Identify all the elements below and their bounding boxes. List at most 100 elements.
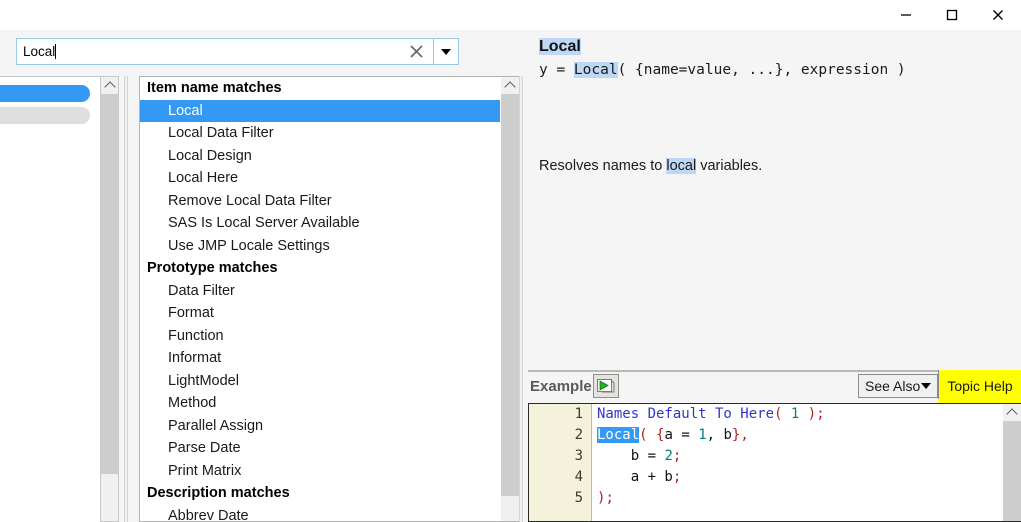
doc-signature-before: y = — [539, 62, 574, 78]
code-token: ; — [816, 406, 824, 422]
list-item[interactable]: Local Here — [140, 167, 500, 190]
list-item[interactable]: Local — [140, 100, 500, 123]
scrollbar-thumb[interactable] — [101, 94, 118, 474]
code-token: Names Default To Here — [597, 406, 774, 422]
doc-title-text: Local — [539, 38, 581, 55]
code-content[interactable]: Names Default To Here( 1 );Local( {a = 1… — [597, 404, 825, 509]
list-item[interactable]: Format — [140, 302, 500, 325]
list-item[interactable]: Informat — [140, 347, 500, 370]
doc-description: Resolves names to local variables. — [539, 158, 762, 174]
doc-description-before: Resolves names to — [539, 158, 666, 174]
example-code-editor[interactable]: 12345 Names Default To Here( 1 );Local( … — [528, 403, 1021, 522]
line-number: 3 — [529, 446, 591, 467]
scrollbar-thumb[interactable] — [501, 94, 519, 496]
search-history-dropdown-button[interactable] — [433, 39, 458, 64]
code-line[interactable]: a + b; — [597, 467, 825, 488]
title-bar — [0, 0, 1021, 30]
search-row: Local — [0, 30, 520, 75]
list-item[interactable]: Function — [140, 325, 500, 348]
left-category-panel[interactable] — [0, 76, 106, 522]
list-item[interactable] — [0, 85, 90, 102]
example-label: Example — [530, 378, 592, 395]
code-token — [782, 406, 790, 422]
topic-help-label: Topic Help — [947, 378, 1012, 394]
minimize-button[interactable] — [883, 0, 929, 30]
code-line[interactable]: b = 2; — [597, 446, 825, 467]
line-number: 1 — [529, 404, 591, 425]
line-number: 2 — [529, 425, 591, 446]
list-item[interactable]: LightModel — [140, 370, 500, 393]
close-icon — [408, 43, 425, 60]
list-item[interactable]: Use JMP Locale Settings — [140, 235, 500, 258]
code-line[interactable]: Names Default To Here( 1 ); — [597, 404, 825, 425]
chevron-up-icon — [104, 81, 115, 92]
scroll-up-button[interactable] — [501, 77, 519, 94]
scrollbar-thumb[interactable] — [1003, 421, 1021, 521]
list-item[interactable]: Method — [140, 392, 500, 415]
code-token: 1 — [698, 427, 706, 443]
line-number: 4 — [529, 467, 591, 488]
clear-search-button[interactable] — [399, 39, 433, 64]
results-list-scrollbar[interactable] — [501, 77, 519, 521]
see-also-dropdown[interactable]: See Also — [858, 374, 938, 398]
play-icon — [597, 378, 615, 394]
scroll-up-button[interactable] — [101, 77, 118, 94]
scroll-up-button[interactable] — [1003, 404, 1021, 421]
results-list[interactable]: Item name matchesLocalLocal Data FilterL… — [140, 77, 500, 522]
code-token: 2 — [664, 448, 672, 464]
code-token: , b — [707, 427, 732, 443]
line-number: 5 — [529, 488, 591, 509]
see-also-label: See Also — [865, 378, 920, 394]
code-token: ( — [639, 427, 647, 443]
left-panel-scrollbar[interactable] — [100, 76, 119, 522]
code-token: b = — [597, 448, 664, 464]
code-token: a + b — [597, 469, 673, 485]
doc-signature: y = Local( {name=value, ...}, expression… — [539, 62, 906, 78]
list-item[interactable]: Local Data Filter — [140, 122, 500, 145]
code-line[interactable]: ); — [597, 488, 825, 509]
list-item[interactable]: SAS Is Local Server Available — [140, 212, 500, 235]
jmp-scripting-index-window: Local Item name matchesLocalLocal Data F… — [0, 0, 1021, 522]
splitter-left[interactable] — [124, 76, 128, 522]
maximize-button[interactable] — [929, 0, 975, 30]
run-example-button[interactable] — [593, 374, 619, 398]
code-token: ) — [808, 406, 816, 422]
list-item[interactable]: Remove Local Data Filter — [140, 190, 500, 213]
documentation-panel: Local y = Local( {name=value, ...}, expr… — [526, 30, 1021, 367]
doc-description-highlight: local — [666, 158, 696, 174]
list-item[interactable]: Local Design — [140, 145, 500, 168]
close-button[interactable] — [975, 0, 1021, 30]
list-item[interactable]: Parallel Assign — [140, 415, 500, 438]
topic-help-button[interactable]: Topic Help — [938, 370, 1021, 402]
code-token: Local — [597, 427, 639, 443]
chevron-up-icon — [504, 81, 515, 92]
search-input[interactable]: Local — [17, 39, 399, 64]
line-number-gutter: 12345 — [529, 404, 592, 522]
code-token: ; — [605, 490, 613, 506]
code-token: , — [740, 427, 748, 443]
code-token: a = — [664, 427, 698, 443]
splitter-right[interactable] — [519, 76, 523, 522]
results-group-header: Description matches — [140, 482, 500, 505]
chevron-down-icon — [921, 383, 931, 389]
doc-description-after: variables. — [696, 158, 762, 174]
doc-signature-after: ( {name=value, ...}, expression ) — [618, 62, 906, 78]
list-item[interactable]: Abbrev Date — [140, 505, 500, 522]
code-token: ; — [673, 469, 681, 485]
list-item[interactable]: Parse Date — [140, 437, 500, 460]
code-token: ; — [673, 448, 681, 464]
list-item[interactable]: Print Matrix — [140, 460, 500, 483]
code-token — [799, 406, 807, 422]
chevron-up-icon — [1006, 408, 1017, 419]
results-group-header: Prototype matches — [140, 257, 500, 280]
code-token — [648, 427, 656, 443]
close-icon — [991, 8, 1005, 22]
code-editor-scrollbar[interactable] — [1003, 404, 1021, 521]
list-item[interactable] — [0, 107, 90, 124]
doc-title: Local — [539, 38, 581, 56]
code-line[interactable]: Local( {a = 1, b}, — [597, 425, 825, 446]
list-item[interactable]: Data Filter — [140, 280, 500, 303]
example-toolbar: Example See Also Topic Help — [526, 374, 1021, 402]
search-box[interactable]: Local — [16, 38, 459, 65]
results-list-panel[interactable]: Item name matchesLocalLocal Data FilterL… — [139, 76, 520, 522]
